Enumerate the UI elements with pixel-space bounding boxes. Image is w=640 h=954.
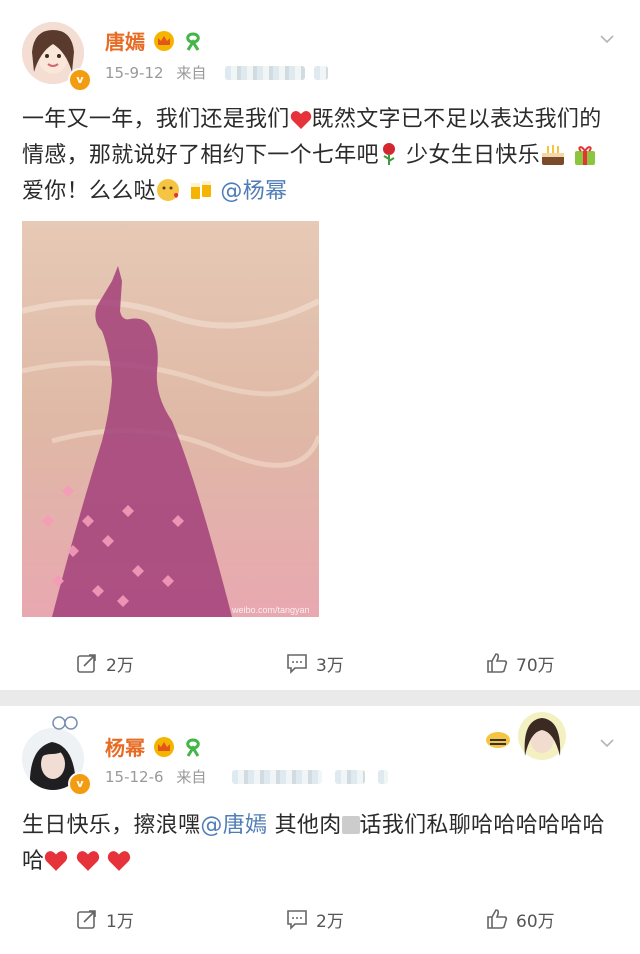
like-button[interactable]: 60万 (486, 904, 555, 934)
cake-icon (541, 145, 564, 165)
ribbon-icon (186, 738, 200, 757)
post-date: 15-12-6 (105, 768, 164, 786)
crown-icon (154, 31, 174, 51)
author-name[interactable]: 杨幂 (105, 736, 145, 760)
heart-icon (45, 851, 68, 871)
text-part: 生日快乐，擦浪嘿 (22, 813, 201, 838)
kiss-emoji-icon (156, 179, 179, 201)
action-bar: 1万 2万 60万 (0, 904, 640, 934)
weibo-post-1: v 唐嫣 15-9-12 来自 一年又一年，我们还是我们 既然文字已不足以表达我们… (0, 0, 640, 690)
heart-icon (290, 111, 311, 129)
post-image[interactable]: weibo.com/tangyan (22, 221, 319, 617)
author-name[interactable]: 唐嫣 (105, 30, 145, 54)
action-bar: 2万 3万 70万 (0, 648, 640, 678)
repost-icon (77, 654, 96, 673)
source-label: 来自 (176, 768, 207, 786)
verified-badge: v (68, 68, 92, 92)
comment-icon (287, 910, 307, 930)
post-meta: 15-9-12 来自 (105, 64, 206, 82)
post-text: 一年又一年，我们还是我们 既然文字已不足以表达我们的情感，那就说好了相约下一个七年… (22, 102, 618, 210)
mention-link[interactable]: @唐嫣 (200, 813, 267, 838)
rose-icon (382, 143, 395, 165)
mention-link[interactable]: @杨幂 (220, 179, 287, 204)
repost-button[interactable]: 1万 (76, 904, 134, 934)
verified-badge: v (68, 772, 92, 796)
blurred-source (378, 770, 388, 784)
heart-icon (76, 851, 99, 871)
repost-count: 2万 (106, 655, 134, 676)
chevron-down-icon[interactable] (600, 32, 614, 46)
blurred-source (232, 770, 322, 784)
crown-icon (154, 737, 174, 757)
repost-icon (77, 910, 96, 929)
repost-button[interactable]: 2万 (76, 648, 134, 678)
text-part: 一年又一年，我们还是我们 (22, 107, 290, 132)
censored-character (341, 816, 360, 834)
image-watermark: weibo.com/tangyan (231, 605, 310, 615)
post-date: 15-9-12 (105, 64, 164, 82)
gift-icon (575, 146, 596, 165)
heart-icon (107, 851, 131, 871)
ribbon-icon (186, 32, 200, 51)
comment-button[interactable]: 3万 (286, 648, 344, 678)
chevron-down-icon[interactable] (600, 736, 614, 750)
post-meta: 15-12-6 来自 (105, 768, 206, 786)
text-part: 其他肉 (267, 813, 342, 838)
text-part: 爱你！么么哒 (22, 179, 156, 204)
comment-icon (287, 654, 307, 674)
blurred-source (314, 66, 328, 80)
post-separator (0, 690, 640, 706)
weibo-post-2: v 杨幂 15-12-6 来自 生日快乐，擦浪嘿@唐嫣 其他肉 话我们私聊哈哈哈哈… (0, 706, 640, 954)
source-label: 来自 (176, 64, 207, 82)
like-count: 70万 (516, 655, 555, 676)
decorative-card-badge (486, 712, 566, 760)
like-icon (487, 909, 508, 929)
comment-count: 3万 (316, 655, 344, 676)
comment-count: 2万 (316, 911, 344, 932)
bear-ears-icon (52, 716, 78, 730)
like-button[interactable]: 70万 (486, 648, 555, 678)
text-part: 少女生日快乐 (406, 143, 540, 168)
blurred-source (225, 66, 305, 80)
post-text: 生日快乐，擦浪嘿@唐嫣 其他肉 话我们私聊哈哈哈哈哈哈哈 (22, 808, 618, 880)
cheers-icon (191, 181, 212, 199)
like-icon (487, 653, 508, 673)
like-count: 60万 (516, 911, 555, 932)
blurred-source (335, 770, 365, 784)
comment-button[interactable]: 2万 (286, 904, 344, 934)
repost-count: 1万 (106, 911, 134, 932)
